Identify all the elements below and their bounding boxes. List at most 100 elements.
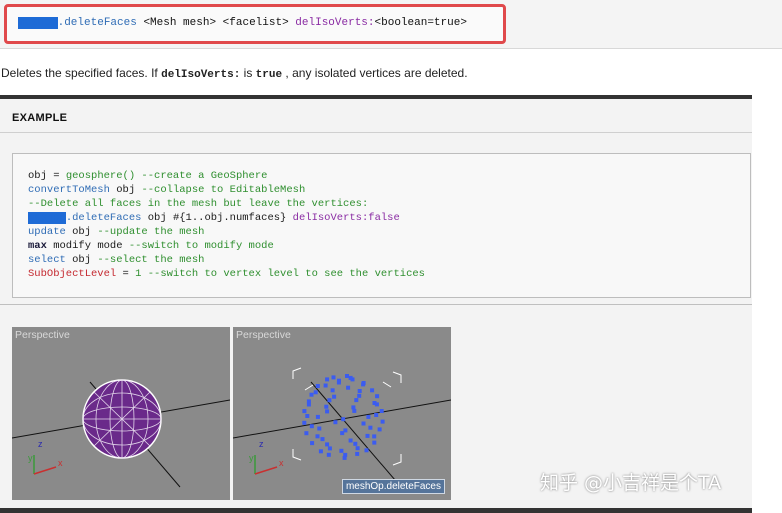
vertex-point (354, 398, 359, 403)
vertex-point (305, 414, 310, 418)
code-comment: --update the mesh (97, 226, 205, 238)
code-token: SubObjectLevel (28, 268, 117, 280)
signature-keyword: delIsoVerts: (295, 17, 375, 29)
vertex-point (330, 388, 335, 393)
code-comment: --switch to modify mode (128, 240, 274, 252)
vertex-point (315, 434, 320, 439)
description: Deletes the specified faces. If delIsoVe… (1, 66, 468, 81)
vertex-point (306, 402, 311, 407)
code-token: = (116, 268, 136, 280)
vertex-point (380, 419, 385, 424)
vertex-point (355, 446, 360, 451)
vertex-point (348, 438, 353, 443)
description-text-mid: is (243, 66, 253, 80)
code-line: --Delete all faces in the mesh but leave… (28, 198, 369, 210)
code-token: obj (109, 184, 142, 196)
vertex-point (357, 389, 362, 393)
section-bottom-rule (0, 508, 752, 513)
signature-bar: meshop.deleteFaces <Mesh mesh> <facelist… (0, 0, 782, 49)
vertex-point (332, 394, 337, 399)
vertex-point (341, 417, 346, 422)
vertex-point (339, 448, 344, 453)
vertex-point (320, 437, 325, 442)
geosphere-render: z y x (12, 379, 230, 488)
function-signature: meshop.deleteFaces <Mesh mesh> <facelist… (18, 17, 467, 29)
vertex-point (372, 434, 377, 439)
signature-function[interactable]: .deleteFaces (58, 17, 137, 29)
example-section: EXAMPLE obj = geosphere() --create a Geo… (0, 95, 752, 512)
vertex-point (304, 431, 309, 436)
code-token: convertToMesh (28, 184, 110, 196)
signature-param-mesh: <Mesh mesh> (143, 17, 217, 29)
vertex-point (325, 442, 330, 447)
code-token: delIsoVerts:false (292, 212, 400, 224)
code-token: select (28, 254, 66, 266)
code-token: obj (65, 254, 98, 266)
code-selection[interactable]: meshop (28, 212, 66, 224)
vertex-point (310, 441, 315, 446)
code-token: geosphere() (65, 170, 136, 182)
vertex-point (355, 451, 360, 456)
vertex-point (357, 393, 362, 398)
vertex-point (342, 455, 347, 460)
vertex-point (348, 375, 353, 380)
watermark: 知乎 @小吉祥是个TA (540, 472, 722, 494)
svg-text:x: x (58, 458, 63, 468)
example-header: EXAMPLE (0, 99, 752, 133)
signature-object[interactable]: meshop (18, 17, 58, 29)
viewport-before: Perspective z y x (12, 327, 230, 500)
signature-default: <boolean=true> (374, 17, 467, 29)
vertex-point (364, 448, 369, 453)
code-line: convertToMesh obj --collapse to Editable… (28, 184, 305, 196)
vertex-point (313, 390, 318, 395)
code-line: SubObjectLevel = 1 --switch to vertex le… (28, 268, 425, 280)
vertex-point (351, 405, 356, 410)
svg-text:y: y (249, 453, 254, 463)
code-block: obj = geosphere() --create a GeoSphere c… (12, 153, 751, 298)
code-line: update obj --update the mesh (28, 226, 204, 238)
code-comment: --collapse to EditableMesh (141, 184, 306, 196)
vertex-point (302, 420, 307, 425)
vertex-point (366, 414, 371, 419)
vertex-point (368, 425, 373, 430)
vertex-point (361, 382, 366, 387)
vertex-point (309, 424, 314, 429)
code-token: obj (65, 226, 98, 238)
vertex-point (340, 431, 345, 436)
vertex-point (333, 420, 338, 425)
vertex-point (302, 409, 307, 414)
viewport-caption: meshOp.deleteFaces (341, 479, 445, 494)
svg-text:y: y (28, 453, 33, 463)
vertex-point (327, 398, 332, 403)
axis-gizmo: z y x (249, 439, 284, 475)
vertex-point (315, 414, 320, 419)
vertex-point (374, 413, 379, 417)
viewport-after: Perspective z y x meshOp.deleteFaces (233, 327, 451, 500)
vertex-point (325, 409, 330, 414)
code-token: obj = (28, 170, 66, 182)
code-comment: --create a GeoSphere (135, 170, 268, 182)
vertex-point (324, 404, 329, 409)
svg-text:x: x (279, 458, 284, 468)
vertex-point (377, 427, 382, 432)
description-code: delIsoVerts: (161, 69, 241, 81)
svg-text:z: z (38, 439, 43, 449)
signature-highlight: meshop.deleteFaces <Mesh mesh> <facelist… (4, 4, 506, 44)
example-title: EXAMPLE (12, 112, 68, 124)
vertex-point (370, 388, 375, 393)
vertex-point (326, 452, 331, 457)
code-token: .deleteFaces (65, 212, 142, 224)
vertex-point (352, 408, 357, 413)
signature-param-facelist: <facelist> (222, 17, 289, 29)
axis-gizmo: z y x (28, 439, 63, 475)
vertex-point (353, 441, 358, 446)
vertex-point (346, 385, 351, 390)
code-line: select obj --select the mesh (28, 254, 204, 266)
example-divider (0, 304, 752, 305)
code-comment: --switch to vertex level to see the vert… (141, 268, 425, 280)
code-token: obj #{1..obj.numfaces} (141, 212, 293, 224)
svg-text:z: z (259, 439, 264, 449)
vertex-point (365, 433, 370, 438)
code-token: max (28, 240, 47, 252)
code-line: obj = geosphere() --create a GeoSphere (28, 170, 267, 182)
